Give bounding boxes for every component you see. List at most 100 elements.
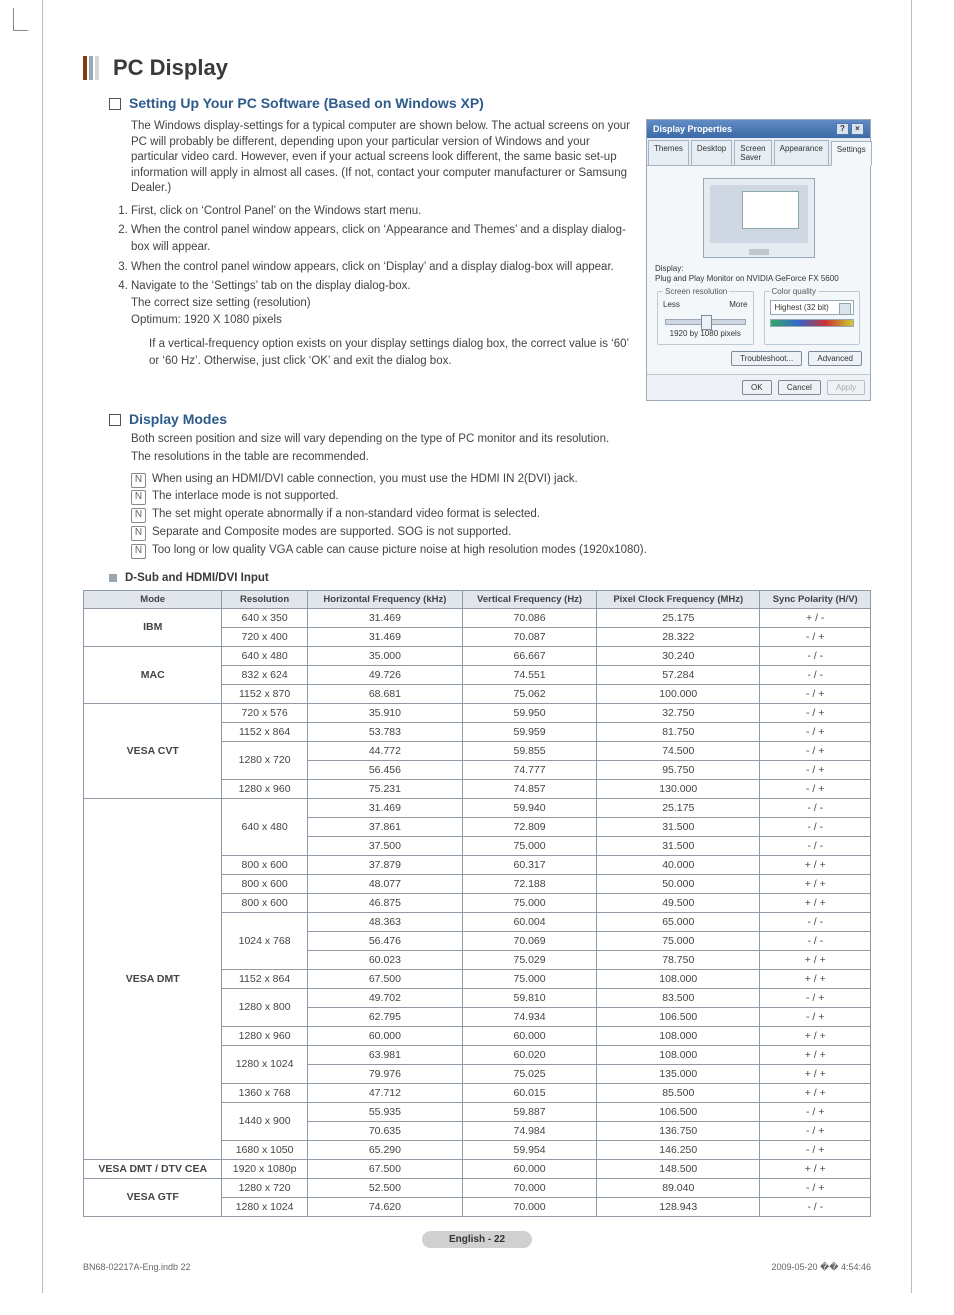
dialog-titlebar: Display Properties ? × [647, 120, 870, 138]
note-row: NWhen using an HDMI/DVI cable connection… [131, 471, 871, 489]
table-cell: 75.025 [463, 1064, 597, 1083]
table-cell: 130.000 [597, 779, 760, 798]
table-cell: 75.000 [463, 969, 597, 988]
table-cell: 60.020 [463, 1045, 597, 1064]
table-cell: IBM [84, 608, 222, 646]
page-number-pill: English - 22 [422, 1231, 532, 1248]
resolution-slider[interactable] [665, 319, 746, 325]
table-cell: 32.750 [597, 703, 760, 722]
table-cell: 81.750 [597, 722, 760, 741]
title-ornament [83, 56, 99, 80]
table-cell: 75.062 [463, 684, 597, 703]
table-cell: - / + [760, 1121, 871, 1140]
color-quality-select[interactable]: Highest (32 bit) [770, 300, 855, 315]
table-cell: 68.681 [307, 684, 462, 703]
tab-settings[interactable]: Settings [831, 141, 872, 166]
table-cell: - / + [760, 627, 871, 646]
table-cell: 31.500 [597, 836, 760, 855]
table-cell: - / - [760, 665, 871, 684]
table-cell: 56.476 [307, 931, 462, 950]
table-cell: 59.810 [463, 988, 597, 1007]
tab-desktop[interactable]: Desktop [691, 140, 732, 165]
table-cell: 28.322 [597, 627, 760, 646]
cancel-button[interactable]: Cancel [778, 380, 821, 395]
table-cell: 108.000 [597, 969, 760, 988]
note-row: NThe interlace mode is not supported. [131, 488, 871, 506]
table-cell: 1280 x 960 [222, 779, 307, 798]
table-cell: 57.284 [597, 665, 760, 684]
display-modes-intro-1: Both screen position and size will vary … [131, 431, 871, 449]
table-cell: 1280 x 800 [222, 988, 307, 1026]
table-cell: + / + [760, 1159, 871, 1178]
table-cell: 65.290 [307, 1140, 462, 1159]
table-cell: 1152 x 864 [222, 722, 307, 741]
color-quality-fieldset: Color quality Highest (32 bit) [764, 287, 861, 345]
table-cell: 70.000 [463, 1197, 597, 1216]
table-cell: 135.000 [597, 1064, 760, 1083]
tab-themes[interactable]: Themes [648, 140, 689, 165]
table-cell: + / + [760, 893, 871, 912]
table-cell: 55.935 [307, 1102, 462, 1121]
table-cell: - / + [760, 741, 871, 760]
table-cell: 78.750 [597, 950, 760, 969]
table-cell: 1280 x 720 [222, 741, 307, 779]
table-cell: 31.469 [307, 608, 462, 627]
table-cell: 640 x 480 [222, 798, 307, 855]
table-cell: 1152 x 864 [222, 969, 307, 988]
table-cell: 59.887 [463, 1102, 597, 1121]
table-cell: 48.077 [307, 874, 462, 893]
close-icon[interactable]: × [851, 123, 864, 135]
step-4: Navigate to the ‘Settings’ tab on the di… [131, 278, 634, 369]
table-cell: 59.855 [463, 741, 597, 760]
page-title: PC Display [113, 55, 228, 81]
table-cell: 60.023 [307, 950, 462, 969]
table-cell: - / + [760, 1178, 871, 1197]
table-cell: 60.000 [463, 1159, 597, 1178]
display-modes-table: ModeResolutionHorizontal Frequency (kHz)… [83, 590, 871, 1217]
tab-screen-saver[interactable]: Screen Saver [734, 140, 771, 165]
table-cell: 85.500 [597, 1083, 760, 1102]
table-cell: 640 x 350 [222, 608, 307, 627]
note-text: The set might operate abnormally if a no… [152, 506, 540, 524]
table-cell: 37.500 [307, 836, 462, 855]
table-cell: 31.469 [307, 798, 462, 817]
page-title-row: PC Display [83, 55, 871, 81]
table-header: Resolution [222, 590, 307, 608]
note-icon: N [131, 473, 146, 488]
table-cell: 46.875 [307, 893, 462, 912]
table-cell: 30.240 [597, 646, 760, 665]
table-cell: 800 x 600 [222, 874, 307, 893]
note-text: The interlace mode is not supported. [152, 488, 339, 506]
table-cell: + / + [760, 969, 871, 988]
table-cell: 1280 x 720 [222, 1178, 307, 1197]
table-cell: - / + [760, 703, 871, 722]
table-cell: 70.635 [307, 1121, 462, 1140]
table-cell: 800 x 600 [222, 893, 307, 912]
table-cell: 832 x 624 [222, 665, 307, 684]
slider-more: More [729, 300, 747, 309]
advanced-button[interactable]: Advanced [808, 351, 862, 366]
table-cell: 60.004 [463, 912, 597, 931]
help-icon[interactable]: ? [836, 123, 849, 135]
tab-appearance[interactable]: Appearance [774, 140, 829, 165]
troubleshoot-button[interactable]: Troubleshoot... [731, 351, 802, 366]
crop-mark [13, 8, 28, 31]
table-row: VESA DMT640 x 48031.46959.94025.175- / - [84, 798, 871, 817]
ok-button[interactable]: OK [742, 380, 772, 395]
table-cell: 48.363 [307, 912, 462, 931]
table-cell: 74.777 [463, 760, 597, 779]
table-cell: 74.857 [463, 779, 597, 798]
table-cell: + / - [760, 608, 871, 627]
table-cell: 35.910 [307, 703, 462, 722]
table-row: VESA GTF1280 x 72052.50070.00089.040- / … [84, 1178, 871, 1197]
table-cell: 146.250 [597, 1140, 760, 1159]
table-cell: 74.984 [463, 1121, 597, 1140]
table-cell: 720 x 576 [222, 703, 307, 722]
table-cell: 70.087 [463, 627, 597, 646]
dialog-title-text: Display Properties [653, 124, 732, 134]
apply-button[interactable]: Apply [827, 380, 865, 395]
dialog-tabs: Themes Desktop Screen Saver Appearance S… [647, 138, 870, 166]
table-cell: 83.500 [597, 988, 760, 1007]
table-cell: 60.000 [307, 1026, 462, 1045]
table-cell: 1440 x 900 [222, 1102, 307, 1140]
